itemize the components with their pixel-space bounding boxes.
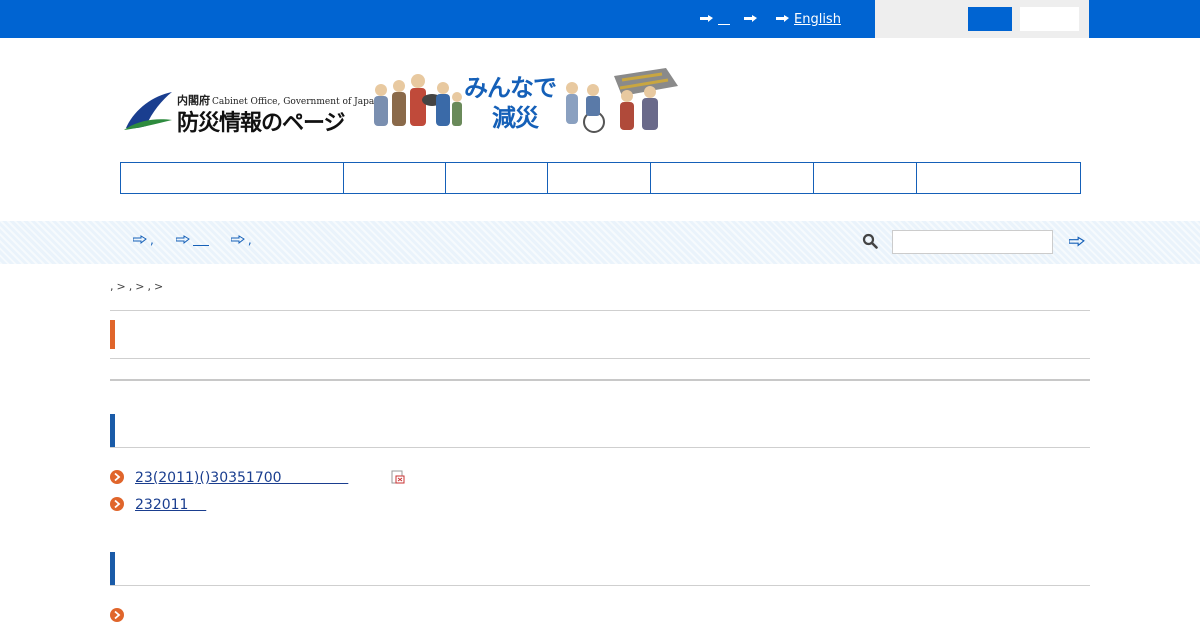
global-nav-item-3[interactable] bbox=[446, 163, 548, 193]
global-nav-item-1[interactable] bbox=[121, 163, 344, 193]
arrow-circle-icon bbox=[110, 470, 124, 484]
page-title-accent bbox=[110, 320, 115, 349]
global-nav-item-7[interactable] bbox=[917, 163, 1080, 193]
breadcrumb-separator: > bbox=[135, 280, 145, 293]
global-nav-item-6[interactable] bbox=[814, 163, 917, 193]
pdf-icon bbox=[391, 470, 405, 484]
divider bbox=[110, 379, 1090, 381]
sub-nav-link-1-label: , bbox=[150, 233, 154, 247]
sub-nav-link-2-label bbox=[192, 234, 209, 246]
breadcrumb-item-1[interactable]: , bbox=[110, 280, 114, 293]
pointing-hand-icon bbox=[776, 15, 789, 22]
english-link[interactable]: English bbox=[776, 12, 841, 27]
section-2-accent bbox=[110, 552, 115, 586]
people-illustration-left bbox=[374, 74, 462, 126]
document-link-1[interactable]: 23(2011)()30351700 bbox=[135, 470, 348, 486]
arrow-circle-icon bbox=[110, 497, 124, 511]
site-name: 防災情報のページ bbox=[177, 111, 346, 136]
divider bbox=[110, 447, 1090, 448]
top-link-1-label bbox=[718, 13, 730, 25]
people-illustration-right bbox=[566, 68, 678, 133]
document-link-2[interactable]: 232011 bbox=[135, 497, 206, 513]
sub-nav-links: , , bbox=[133, 233, 252, 247]
slogan-line-2: 減災 bbox=[492, 104, 539, 132]
english-link-label: English bbox=[794, 11, 841, 27]
divider bbox=[110, 310, 1090, 311]
section-1-accent bbox=[110, 414, 115, 448]
arrow-circle-icon bbox=[110, 608, 124, 622]
search-icon bbox=[862, 233, 878, 249]
sub-nav-link-2[interactable] bbox=[175, 233, 209, 247]
breadcrumb-separator: > bbox=[116, 280, 126, 293]
search-input[interactable] bbox=[892, 230, 1053, 254]
cabinet-office-emblem-icon bbox=[124, 92, 172, 130]
breadcrumb: , > , > , > bbox=[110, 280, 163, 293]
breadcrumb-item-2[interactable]: , bbox=[129, 280, 133, 293]
global-nav-item-2[interactable] bbox=[344, 163, 446, 193]
divider bbox=[110, 358, 1090, 359]
sub-nav-link-3-label: , bbox=[247, 233, 252, 247]
sub-nav-link-3[interactable]: , bbox=[230, 233, 252, 247]
divider bbox=[110, 585, 1090, 586]
text-size-button-standard[interactable] bbox=[968, 7, 1012, 31]
breadcrumb-separator: > bbox=[153, 280, 164, 293]
pointing-hand-icon bbox=[230, 235, 245, 245]
breadcrumb-item-3[interactable]: , bbox=[147, 280, 151, 293]
sub-nav-link-1[interactable]: , bbox=[133, 233, 154, 247]
pointing-hand-icon bbox=[744, 15, 757, 22]
pointing-hand-icon bbox=[175, 235, 190, 245]
global-nav bbox=[120, 162, 1081, 194]
top-link-1[interactable] bbox=[700, 13, 730, 25]
top-right-panel bbox=[875, 0, 1089, 38]
global-nav-item-5[interactable] bbox=[651, 163, 814, 193]
text-size-button-large[interactable] bbox=[1020, 7, 1079, 31]
pointing-hand-icon bbox=[133, 235, 147, 245]
site-logo[interactable]: 内閣府 Cabinet Office, Government of Japan 防… bbox=[122, 62, 682, 137]
top-link-2[interactable] bbox=[744, 14, 762, 24]
pointing-hand-icon bbox=[700, 15, 713, 22]
search-submit-icon[interactable] bbox=[1069, 236, 1085, 248]
top-links: English bbox=[700, 0, 841, 38]
global-nav-item-4[interactable] bbox=[548, 163, 651, 193]
